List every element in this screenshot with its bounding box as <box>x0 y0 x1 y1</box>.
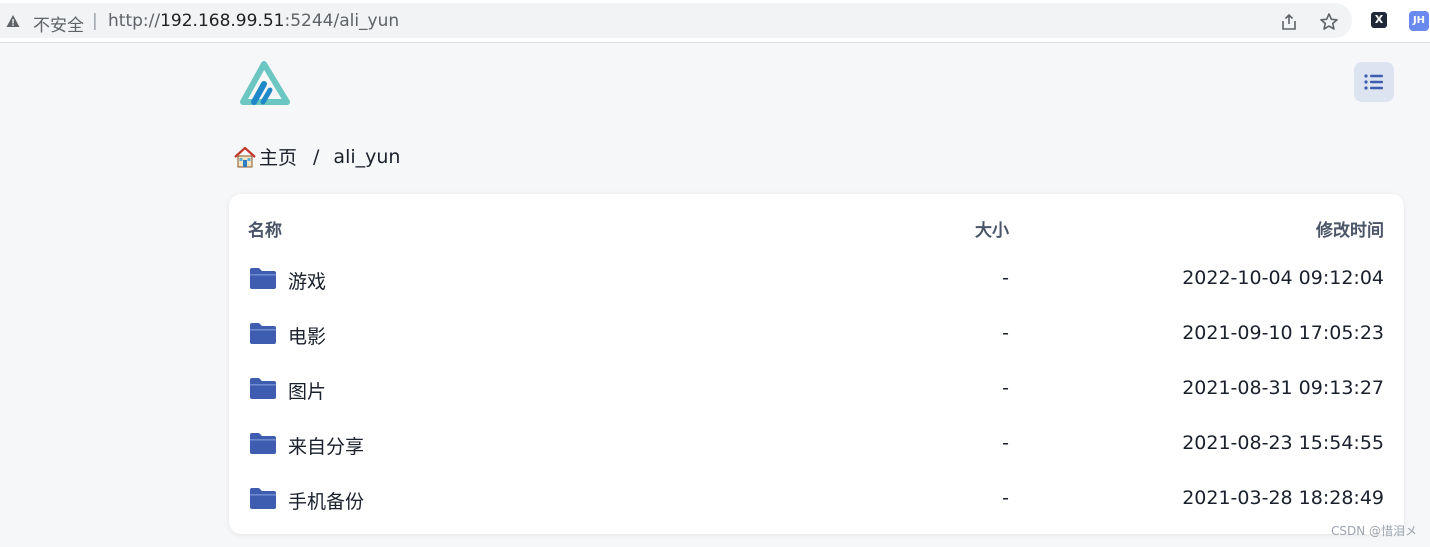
address-bar[interactable]: 不安全 | http://192.168.99.51:5244/ali_yun <box>0 3 1352 38</box>
file-name[interactable]: 游戏 <box>288 267 326 294</box>
url-host: 192.168.99.51 <box>160 11 285 31</box>
file-size: - <box>1002 267 1009 289</box>
breadcrumb-current[interactable]: ali_yun <box>333 146 400 168</box>
file-modified: 2021-03-28 18:28:49 <box>1182 487 1384 509</box>
list-view-button[interactable] <box>1354 62 1394 102</box>
file-size: - <box>1002 377 1009 399</box>
file-row[interactable]: 图片 - 2021-08-31 09:13:27 <box>229 363 1404 418</box>
folder-icon <box>250 268 276 289</box>
file-modified: 2021-08-31 09:13:27 <box>1182 377 1384 399</box>
file-size: - <box>1002 487 1009 509</box>
breadcrumb-home-link[interactable]: 主页 <box>259 143 297 170</box>
file-list: 名称 大小 修改时间 游戏 - 2022-10-04 09:12:04 电影 -… <box>229 194 1404 534</box>
file-name[interactable]: 电影 <box>288 322 326 349</box>
share-icon[interactable] <box>1279 12 1299 32</box>
folder-icon <box>250 488 276 509</box>
folder-icon <box>250 378 276 399</box>
file-size: - <box>1002 322 1009 344</box>
url-text[interactable]: http://192.168.99.51:5244/ali_yun <box>108 11 399 31</box>
file-modified: 2022-10-04 09:12:04 <box>1182 267 1384 289</box>
file-name[interactable]: 手机备份 <box>288 487 364 514</box>
file-name[interactable]: 来自分享 <box>288 432 364 459</box>
home-icon[interactable] <box>233 145 257 169</box>
file-row[interactable]: 来自分享 - 2021-08-23 15:54:55 <box>229 418 1404 473</box>
security-label[interactable]: 不安全 <box>33 11 84 36</box>
folder-icon <box>250 433 276 454</box>
file-row[interactable]: 游戏 - 2022-10-04 09:12:04 <box>229 253 1404 308</box>
breadcrumb: 主页 / ali_yun <box>233 143 400 170</box>
file-row[interactable]: 电影 - 2021-09-10 17:05:23 <box>229 308 1404 363</box>
file-modified: 2021-09-10 17:05:23 <box>1182 322 1384 344</box>
url-path: :5244/ali_yun <box>284 11 400 31</box>
file-row[interactable]: 手机备份 - 2021-03-28 18:28:49 <box>229 473 1404 528</box>
column-header-name[interactable]: 名称 <box>248 216 282 241</box>
url-scheme: http:// <box>108 11 161 31</box>
file-size: - <box>1002 432 1009 454</box>
breadcrumb-separator: / <box>313 145 320 168</box>
browser-toolbar: 不安全 | http://192.168.99.51:5244/ali_yun … <box>0 0 1430 43</box>
file-name[interactable]: 图片 <box>288 377 326 404</box>
list-icon <box>1364 74 1383 90</box>
url-separator: | <box>92 11 98 31</box>
column-header-modified[interactable]: 修改时间 <box>1316 216 1384 241</box>
file-modified: 2021-08-23 15:54:55 <box>1182 432 1384 454</box>
warning-icon[interactable] <box>6 14 20 28</box>
logo-icon[interactable] <box>237 58 293 108</box>
watermark: CSDN @惜泪メ <box>1331 524 1418 538</box>
folder-icon <box>250 323 276 344</box>
extension-jh-icon[interactable]: JH <box>1409 11 1429 31</box>
column-header-size[interactable]: 大小 <box>975 216 1009 241</box>
extension-x-icon[interactable]: X <box>1371 12 1387 28</box>
star-icon[interactable] <box>1319 12 1339 32</box>
